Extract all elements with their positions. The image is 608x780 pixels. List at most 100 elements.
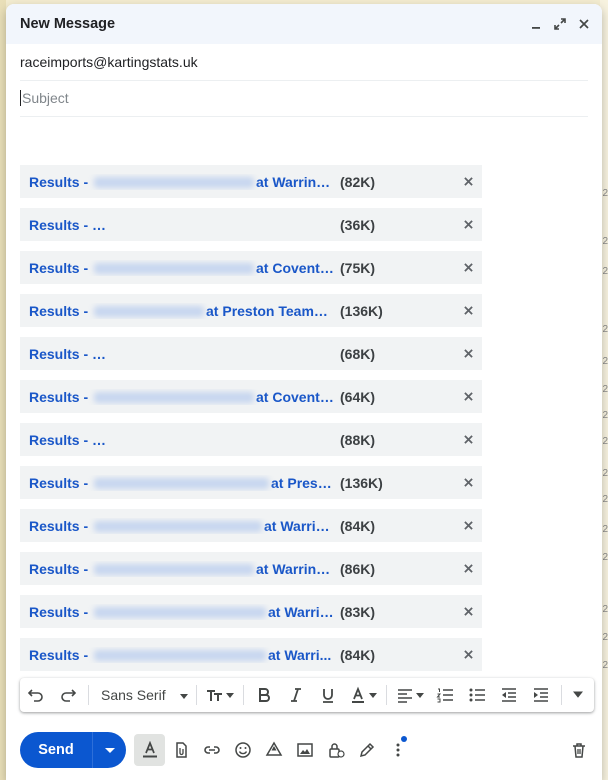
background-digit: 2	[602, 660, 608, 671]
more-options-button[interactable]	[382, 734, 413, 766]
close-icon	[463, 305, 473, 315]
align-button[interactable]	[391, 681, 429, 709]
attachment-chip[interactable]: Results - at Warrin... (84K)	[20, 509, 482, 542]
emoji-icon	[234, 742, 251, 758]
attachment-name[interactable]: Results - at Warri...	[29, 647, 334, 663]
attachment-name[interactable]: Results - at Coventr...	[29, 260, 334, 276]
attachment-chip[interactable]: Results - at Warringt... (82K)	[20, 165, 482, 198]
attachment-chip[interactable]: Results - at Warri... (84K)	[20, 638, 482, 671]
remove-attachment-button[interactable]	[460, 302, 476, 318]
attachment-name[interactable]: Results - at Warrin...	[29, 604, 334, 620]
insert-emoji-button[interactable]	[227, 734, 258, 766]
attachment-chip[interactable]: Results - ... (88K)	[20, 423, 482, 456]
font-family-select[interactable]: Sans Serif	[93, 681, 192, 709]
attachment-chip[interactable]: Results - ... (68K)	[20, 337, 482, 370]
insert-drive-button[interactable]	[258, 734, 289, 766]
remove-attachment-button[interactable]	[460, 646, 476, 662]
bulleted-list-button[interactable]	[461, 681, 493, 709]
insert-signature-button[interactable]	[351, 734, 382, 766]
remove-attachment-button[interactable]	[460, 388, 476, 404]
background-digit: 2	[602, 604, 608, 615]
subject-input[interactable]	[20, 90, 588, 106]
attach-files-button[interactable]	[165, 734, 196, 766]
close-button[interactable]	[574, 14, 594, 34]
attachment-name[interactable]: Results - ...	[29, 346, 334, 362]
font-family-value: Sans Serif	[101, 687, 166, 703]
attachment-name[interactable]: Results - at Warrin...	[29, 518, 334, 534]
background-digit: 2	[602, 356, 608, 367]
numbered-list-button[interactable]	[429, 681, 461, 709]
chevron-down-icon	[572, 686, 583, 704]
remove-attachment-button[interactable]	[460, 560, 476, 576]
attachment-chip[interactable]: Results - at Presto... (136K)	[20, 466, 482, 499]
redacted-text	[94, 650, 267, 662]
formatting-options-button[interactable]	[134, 734, 165, 766]
expand-icon	[554, 18, 566, 30]
redacted-text	[94, 177, 255, 189]
redacted-text	[94, 306, 205, 318]
italic-button[interactable]	[280, 681, 312, 709]
redacted-text	[94, 478, 270, 490]
bulleted-list-icon	[469, 688, 485, 702]
indent-less-button[interactable]	[493, 681, 525, 709]
expand-button[interactable]	[550, 14, 570, 34]
attachment-name[interactable]: Results - at Presto...	[29, 475, 334, 491]
attachment-name[interactable]: Results - ...	[29, 217, 334, 233]
attachment-size: (36K)	[340, 216, 376, 233]
attachment-name[interactable]: Results - at Coventr...	[29, 389, 334, 405]
attachment-name[interactable]: Results - at Warring...	[29, 561, 334, 577]
send-options-button[interactable]	[93, 745, 126, 755]
attachment-name[interactable]: Results - at Warringt...	[29, 174, 334, 190]
minimize-button[interactable]	[526, 14, 546, 34]
attachment-chip[interactable]: Results - at Coventr... (64K)	[20, 380, 482, 413]
attachment-chip[interactable]: Results - at Warrin... (83K)	[20, 595, 482, 628]
numbered-list-icon	[436, 688, 453, 703]
redacted-text	[94, 220, 330, 232]
attachment-name[interactable]: Results - at Preston TeamS...	[29, 303, 334, 319]
redo-button[interactable]	[52, 681, 84, 709]
indent-more-button[interactable]	[525, 681, 557, 709]
close-icon	[463, 434, 473, 444]
send-button[interactable]: Send	[20, 742, 92, 758]
remove-attachment-button[interactable]	[460, 216, 476, 232]
text-color-button[interactable]	[344, 681, 382, 709]
close-icon	[463, 391, 473, 401]
pen-icon	[359, 742, 374, 758]
discard-draft-button[interactable]	[563, 734, 594, 766]
recipient-address[interactable]: raceimports@kartingstats.uk	[20, 54, 198, 70]
recipients-field[interactable]: raceimports@kartingstats.uk	[20, 44, 588, 81]
remove-attachment-button[interactable]	[460, 474, 476, 490]
attachment-chip[interactable]: Results - at Warring... (86K)	[20, 552, 482, 585]
remove-attachment-button[interactable]	[460, 345, 476, 361]
background-digit: 2	[602, 266, 608, 277]
attachment-chip[interactable]: Results - at Coventr... (75K)	[20, 251, 482, 284]
remove-attachment-button[interactable]	[460, 173, 476, 189]
background-digit: 2	[602, 524, 608, 535]
attachment-size: (64K)	[340, 388, 376, 405]
bold-button[interactable]	[248, 681, 280, 709]
indent-less-icon	[501, 688, 516, 702]
remove-attachment-button[interactable]	[460, 517, 476, 533]
attachment-chip[interactable]: Results - at Preston TeamS... (136K)	[20, 294, 482, 327]
remove-attachment-button[interactable]	[460, 603, 476, 619]
toolbar-divider	[560, 685, 562, 705]
drive-icon	[265, 741, 282, 756]
remove-attachment-button[interactable]	[460, 259, 476, 275]
compose-header[interactable]: New Message	[6, 4, 602, 44]
insert-photo-button[interactable]	[289, 734, 320, 766]
undo-button[interactable]	[20, 681, 52, 709]
chevron-down-icon	[368, 686, 377, 704]
font-size-select[interactable]	[201, 681, 239, 709]
more-formatting-button[interactable]	[566, 681, 590, 709]
photo-icon	[296, 743, 313, 757]
confidential-mode-button[interactable]	[320, 734, 351, 766]
more-vert-icon	[396, 743, 399, 757]
close-icon	[463, 606, 473, 616]
attachment-name[interactable]: Results - ...	[29, 432, 334, 448]
attachment-chip[interactable]: Results - ... (36K)	[20, 208, 482, 241]
compose-title: New Message	[20, 16, 116, 32]
italic-icon	[290, 688, 301, 702]
remove-attachment-button[interactable]	[460, 431, 476, 447]
underline-button[interactable]	[312, 681, 344, 709]
insert-link-button[interactable]	[196, 734, 227, 766]
